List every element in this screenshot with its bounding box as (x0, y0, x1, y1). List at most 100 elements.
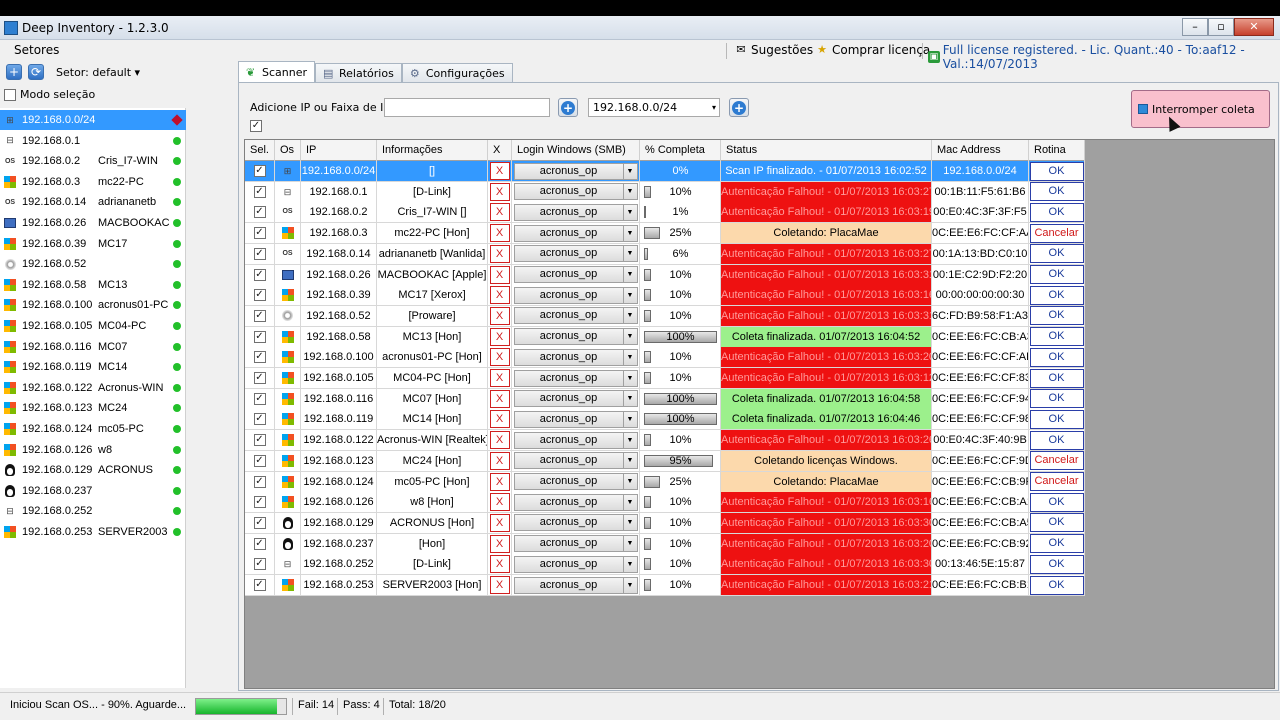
row-checkbox[interactable]: ✓ (253, 475, 266, 488)
remove-button[interactable]: X (489, 224, 510, 243)
col-x[interactable]: X (488, 140, 512, 161)
tree-item[interactable]: 192.168.0.126 w8 (0, 440, 186, 460)
table-row[interactable]: ✓ 192.168.0.126 w8 [Hon] Xacronus_op ▼ 10% Aut… (245, 492, 1085, 514)
login-select[interactable]: acronus_op ▼ (513, 493, 638, 511)
row-checkbox[interactable]: ✓ (253, 558, 266, 571)
tree-item[interactable]: 192.168.0.119 MC14 (0, 357, 186, 377)
ok-button[interactable]: OK (1029, 306, 1084, 326)
tree-item[interactable]: 192.168.0.52 (0, 254, 186, 274)
remove-button[interactable]: X (489, 534, 510, 553)
cancel-button[interactable]: Cancelar (1029, 223, 1084, 243)
tree-item[interactable]: 192.168.0.100 acronus01-PC (0, 295, 186, 315)
ok-button[interactable]: OK (1029, 389, 1084, 409)
table-row[interactable]: ✓ 192.168.0.3 mc22-PC [Hon] Xacronus_op ▼ 25%… (245, 223, 1085, 245)
tree-item[interactable]: 192.168.0.105 MC04-PC (0, 316, 186, 336)
tree-item[interactable]: OS 192.168.0.2 Cris_I7-WIN (0, 151, 186, 171)
row-checkbox[interactable]: ✓ (253, 516, 266, 529)
row-checkbox[interactable]: ✓ (253, 165, 266, 177)
remove-button[interactable]: X (489, 369, 510, 387)
table-row[interactable]: ✓ 192.168.0.123 MC24 [Hon] Xacronus_op ▼ 95% C… (245, 450, 1085, 472)
col-mac[interactable]: Mac Address (932, 140, 1029, 161)
col-info[interactable]: Informações (377, 140, 488, 161)
table-row[interactable]: ✓ 192.168.0.58 MC13 [Hon] Xacronus_op ▼ 100% C… (245, 326, 1085, 348)
remove-button[interactable]: X (489, 203, 510, 222)
remove-button[interactable]: X (489, 410, 510, 429)
ok-button[interactable]: OK (1029, 554, 1084, 574)
table-row[interactable]: ✓ 192.168.0.122 Acronus-WIN [Realtek] Xacro… (245, 430, 1085, 452)
table-row[interactable]: ✓ 192.168.0.116 MC07 [Hon] Xacronus_op ▼ 100%… (245, 388, 1085, 410)
row-checkbox[interactable]: ✓ (253, 309, 266, 322)
tree-item[interactable]: 192.168.0.116 MC07 (0, 337, 186, 357)
tree-item[interactable]: 192.168.0.253 SERVER2003 (0, 522, 186, 542)
remove-button[interactable]: X (489, 555, 510, 574)
table-row[interactable]: ✓ OS 192.168.0.14 adriananetb [Wanlida] Xacr… (245, 243, 1085, 265)
setor-dropdown[interactable]: Setor: default ▾ (56, 66, 140, 79)
remove-button[interactable]: X (489, 431, 510, 450)
table-row[interactable]: ✓ 192.168.0.119 MC14 [Hon] Xacronus_op ▼ 100%… (245, 409, 1085, 431)
add-icon[interactable]: + (6, 64, 22, 80)
ok-button[interactable]: OK (1029, 575, 1084, 595)
select-all-checkbox[interactable]: ✓ (250, 120, 262, 132)
tree-item[interactable]: 192.168.0.58 MC13 (0, 275, 186, 295)
table-row[interactable]: ✓ 192.168.0.100 acronus01-PC [Hon] Xacronus… (245, 347, 1085, 369)
remove-button[interactable]: X (489, 493, 510, 512)
table-row[interactable]: ✓ 192.168.0.52 [Proware] Xacronus_op ▼ 10% Aut… (245, 305, 1085, 327)
remove-button[interactable]: X (489, 327, 510, 346)
login-select[interactable]: acronus_op ▼ (513, 307, 638, 325)
col-login[interactable]: Login Windows (SMB) (512, 140, 640, 161)
table-row[interactable]: ✓ OS 192.168.0.2 Cris_I7-WIN [] Xacronus_op ▼… (245, 202, 1085, 224)
remove-button[interactable]: X (489, 265, 510, 284)
login-select[interactable]: acronus_op ▼ (513, 286, 638, 304)
tree-item[interactable]: ⊟ 192.168.0.252 (0, 501, 186, 521)
remove-button[interactable]: X (489, 389, 510, 408)
tree-item[interactable]: 192.168.0.122 Acronus-WIN (0, 378, 186, 398)
row-checkbox[interactable]: ✓ (253, 372, 266, 384)
col-status[interactable]: Status (721, 140, 932, 161)
menu-setores[interactable]: Setores (14, 43, 59, 57)
table-row[interactable]: ✓ 192.168.0.124 mc05-PC [Hon] Xacronus_op ▼ 2… (245, 471, 1085, 493)
ok-button[interactable]: OK (1029, 327, 1084, 347)
row-checkbox[interactable]: ✓ (253, 351, 266, 364)
table-row[interactable]: ✓ 192.168.0.253 SERVER2003 [Hon] Xacronus_o… (245, 575, 1085, 596)
login-select[interactable]: acronus_op ▼ (513, 183, 638, 201)
ok-button[interactable]: OK (1029, 534, 1084, 554)
login-select[interactable]: acronus_op ▼ (513, 266, 638, 283)
ok-button[interactable]: OK (1029, 285, 1084, 305)
table-row[interactable]: ✓ 192.168.0.39 MC17 [Xerox] Xacronus_op ▼ 10%… (245, 285, 1085, 307)
device-tree[interactable]: ⊞ 192.168.0.0/24 ⊟ 192.168.0.1 OS 192.168.0.2… (0, 108, 186, 688)
ok-button[interactable]: OK (1029, 265, 1084, 284)
row-checkbox[interactable]: ✓ (253, 268, 266, 281)
login-select[interactable]: acronus_op ▼ (513, 431, 638, 449)
tree-item[interactable]: 192.168.0.123 MC24 (0, 398, 186, 418)
col-os[interactable]: Os (275, 140, 301, 161)
ok-button[interactable]: OK (1029, 513, 1084, 533)
login-select[interactable]: acronus_op ▼ (513, 555, 638, 573)
login-select[interactable]: acronus_op ▼ (513, 576, 638, 594)
login-select[interactable]: acronus_op ▼ (513, 410, 638, 428)
login-select[interactable]: acronus_op ▼ (513, 473, 638, 490)
comprar-licenca-link[interactable]: ★ Comprar licença (815, 43, 930, 57)
row-checkbox[interactable]: ✓ (253, 413, 266, 426)
maximize-button[interactable]: ▫ (1208, 18, 1234, 36)
cancel-button[interactable]: Cancelar (1029, 451, 1084, 471)
interromper-coleta-button[interactable]: Interromper coleta (1131, 90, 1270, 128)
login-select[interactable]: acronus_op ▼ (513, 535, 638, 553)
login-select[interactable]: acronus_op ▼ (513, 224, 638, 242)
tree-item[interactable]: ⊟ 192.168.0.1 (0, 131, 186, 151)
row-checkbox[interactable]: ✓ (253, 289, 266, 302)
ok-button[interactable]: OK (1029, 368, 1084, 388)
login-select[interactable]: acronus_op ▼ (513, 245, 638, 263)
table-row[interactable]: ✓ ⊟ 192.168.0.1 [D-Link] Xacronus_op ▼ 10% Aute… (245, 181, 1085, 203)
ok-button[interactable]: OK (1029, 244, 1084, 264)
tree-item[interactable]: 192.168.0.129 ACRONUS (0, 460, 186, 480)
close-button[interactable]: ✕ (1234, 18, 1274, 36)
col-rotina[interactable]: Rotina (1029, 140, 1085, 161)
row-checkbox[interactable]: ✓ (253, 185, 266, 198)
sugestoes-link[interactable]: ✉ Sugestões (734, 43, 813, 57)
col-sel[interactable]: Sel. (245, 140, 275, 161)
login-select[interactable]: acronus_op ▼ (513, 390, 638, 408)
table-row[interactable]: ✓ 192.168.0.105 MC04-PC [Hon] Xacronus_op ▼ 1… (245, 368, 1085, 389)
refresh-icon[interactable]: ⟳ (28, 64, 44, 80)
add-range-button[interactable]: + (729, 98, 749, 117)
remove-button[interactable]: X (489, 472, 510, 491)
